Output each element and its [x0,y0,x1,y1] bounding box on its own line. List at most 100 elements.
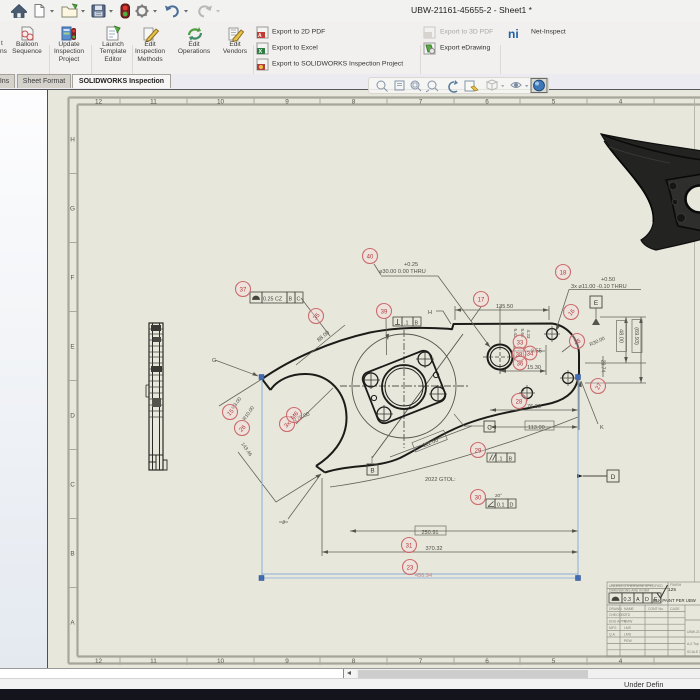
svg-text:11: 11 [150,658,157,665]
svg-text:K: K [600,425,604,431]
svg-text:B: B [415,321,419,327]
svg-text:A: A [258,33,262,39]
svg-text:12: 12 [95,658,103,665]
svg-text:8: 8 [352,99,356,106]
svg-text:+0.50: +0.50 [601,277,615,283]
svg-text:H: H [428,310,432,316]
svg-text:Q.A.: Q.A. [609,633,616,637]
svg-text:28: 28 [516,400,523,406]
svg-text:B: B [289,297,293,303]
svg-text:C: C [70,482,75,489]
svg-text:7: 7 [419,99,423,106]
svg-text:113.00: 113.00 [528,425,545,431]
svg-text:0.3: 0.3 [624,597,632,603]
svg-text:5: 5 [552,99,556,106]
svg-text:29: 29 [475,449,482,455]
svg-text:6: 6 [485,99,489,106]
svg-text:36: 36 [517,362,524,368]
svg-text:CONT No.: CONT No. [648,607,664,611]
svg-text:H: H [70,137,75,144]
svg-text:23: 23 [407,566,414,572]
svg-text:76.38: 76.38 [527,404,541,410]
svg-text:17: 17 [478,298,485,304]
svg-text:37: 37 [240,288,247,294]
svg-text:J: J [282,520,285,526]
svg-text:Export to 2D PDF: Export to 2D PDF [272,29,325,36]
svg-text:370.32: 370.32 [425,546,442,552]
svg-text:20°: 20° [495,493,502,498]
svg-text:48.00: 48.00 [618,329,624,343]
svg-text:ni: ni [508,27,519,41]
svg-text:JTD: JTD [624,613,631,617]
svg-text:9: 9 [285,658,289,665]
svg-text:135.50: 135.50 [496,304,513,310]
svg-text:38: 38 [516,353,523,359]
svg-text:(69.93): (69.93) [633,327,639,345]
svg-text:39: 39 [381,310,388,316]
svg-text:Export to SOLIDWORKS Inspectio: Export to SOLIDWORKS Inspection Project [272,61,403,68]
svg-text:Net-Inspect: Net-Inspect [531,29,566,36]
svg-text:B: B [70,551,74,558]
svg-text:DIMENSIONS ARE IN MM: DIMENSIONS ARE IN MM [609,589,649,593]
svg-text:.1: .1 [498,457,503,463]
svg-text:3x ⌀11.00 -0.10 THRU: 3x ⌀11.00 -0.10 THRU [571,284,627,290]
svg-text:10: 10 [217,658,225,665]
svg-text:23.74: 23.74 [600,360,606,373]
svg-text:D: D [510,503,514,509]
svg-text:G: G [70,206,75,213]
svg-text:B: B [509,457,513,463]
svg-text:D: D [611,474,616,481]
svg-text:E: E [70,344,74,351]
svg-text:5: 5 [552,658,556,665]
svg-text:.1: .1 [404,321,409,327]
svg-text:11: 11 [150,99,157,106]
svg-text:UBW-21161-45655-2 - Sheet1 *: UBW-21161-45655-2 - Sheet1 * [411,5,533,15]
svg-text:6: 6 [485,658,489,665]
svg-text:Export eDrawing: Export eDrawing [440,45,490,52]
svg-text:SMW: SMW [624,620,633,624]
svg-text:9: 9 [285,99,289,106]
svg-text:8: 8 [352,658,356,665]
svg-text:2022 GTOL:: 2022 GTOL: [425,477,456,483]
svg-text:18: 18 [560,271,567,277]
svg-text:PEW: PEW [624,639,633,643]
svg-text:4: 4 [619,658,623,665]
svg-text:SCALE 1:2: SCALE 1:2 [687,650,700,654]
svg-text:Export to Excel: Export to Excel [272,45,318,52]
svg-text:31: 31 [406,544,413,550]
svg-text:12: 12 [95,99,103,106]
svg-text:F: F [71,275,75,282]
svg-text:A: A [636,597,640,603]
svg-text:10: 10 [217,99,225,106]
svg-text:UNLESS OTHERWISE SPECIFIED: UNLESS OTHERWISE SPECIFIED [609,584,663,588]
svg-text:C: C [487,425,492,432]
svg-text:MFG: MFG [609,626,617,630]
svg-text:34: 34 [527,352,534,358]
svg-text:125: 125 [668,587,676,593]
svg-text:15.30: 15.30 [527,365,541,371]
svg-text:7: 7 [419,658,423,665]
svg-text:NAME: NAME [624,607,635,611]
svg-text:DRAWN: DRAWN [609,607,622,611]
svg-text:FINISH: FINISH [670,583,682,587]
svg-text:40: 40 [367,255,374,261]
svg-text:B: B [370,468,374,475]
svg-text:CAGE: CAGE [670,607,680,611]
svg-text:33: 33 [517,341,524,347]
svg-text:0.25 CZ: 0.25 CZ [263,297,283,303]
svg-text:E: E [594,300,598,307]
svg-text:LMS: LMS [624,626,632,630]
svg-text:+0.25: +0.25 [404,262,418,268]
svg-text:D: D [70,413,75,420]
svg-text:Export to 3D PDF: Export to 3D PDF [440,29,493,36]
svg-text:4: 4 [619,99,623,106]
svg-text:0.1: 0.1 [497,503,505,509]
svg-text:UBW-21: UBW-21 [687,630,700,634]
svg-text:4.23: 4.23 [526,330,531,339]
svg-text:456.94: 456.94 [415,573,432,579]
svg-text:A: A [70,620,75,627]
svg-text:D: D [645,597,649,603]
svg-text:C: C [297,297,301,303]
svg-text:30: 30 [475,496,482,502]
svg-text:A-0 Top: A-0 Top [687,642,699,646]
